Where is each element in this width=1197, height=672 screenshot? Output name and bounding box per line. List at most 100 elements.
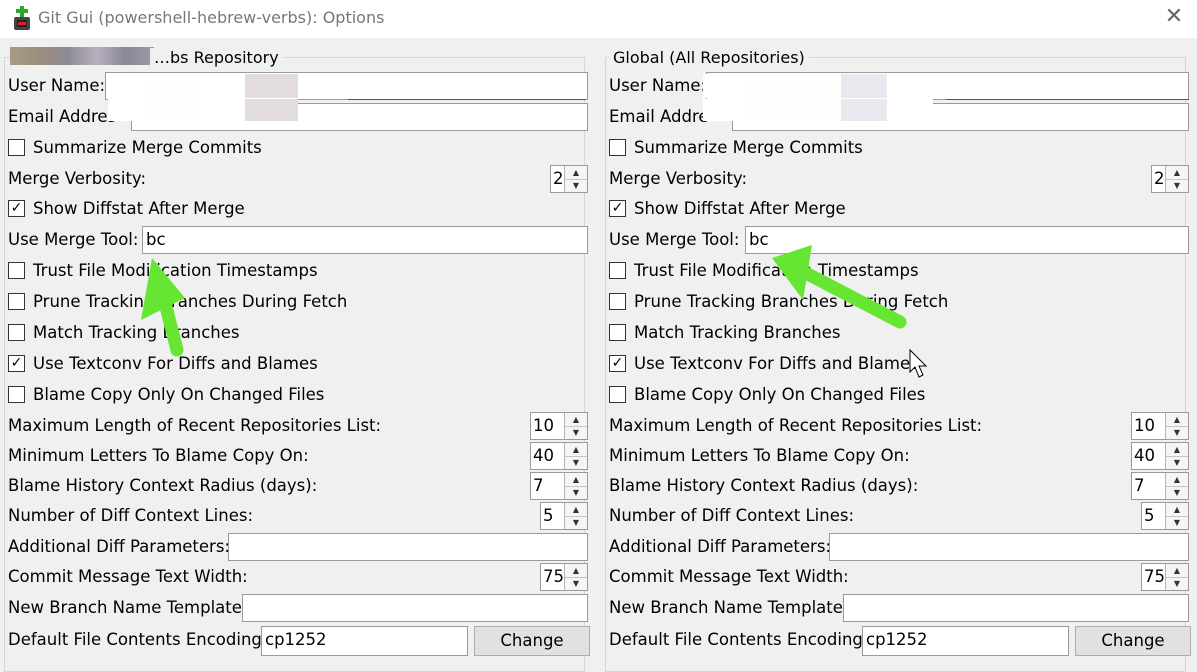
branch-template-field[interactable] — [843, 594, 1189, 622]
diffstat-label: Show Diffstat After Merge — [33, 199, 245, 218]
merge-tool-field[interactable]: bc — [745, 226, 1189, 254]
blame-radius-value: 7 — [1134, 476, 1145, 495]
diffstat-label: Show Diffstat After Merge — [634, 199, 846, 218]
branch-template-field[interactable] — [242, 594, 588, 622]
change-encoding-button[interactable]: Change — [474, 626, 590, 656]
encoding-field[interactable]: cp1252 — [261, 626, 468, 656]
spin-up-icon[interactable]: ▲ — [1166, 166, 1188, 180]
spin-up-icon[interactable]: ▲ — [565, 473, 587, 487]
diffstat-checkbox[interactable]: ✓ — [609, 200, 626, 217]
min-letters-value: 40 — [1134, 446, 1155, 465]
global-group-title: Global (All Repositories) — [609, 48, 809, 67]
spin-down-icon[interactable]: ▼ — [565, 516, 587, 529]
spin-down-icon[interactable]: ▼ — [1166, 426, 1188, 439]
trust-row: Trust File Modification Timestamps — [8, 258, 588, 284]
spin-up-icon[interactable]: ▲ — [1166, 443, 1188, 457]
change-encoding-button[interactable]: Change — [1075, 626, 1191, 656]
commit-width-row: Commit Message Text Width: 75 ▲ ▼ — [8, 563, 588, 591]
spin-up-icon[interactable]: ▲ — [565, 166, 587, 180]
blame-copy-checkbox[interactable] — [609, 386, 626, 403]
blame-copy-checkbox[interactable] — [8, 386, 25, 403]
match-checkbox[interactable] — [8, 324, 25, 341]
max-recent-spinbox[interactable]: 10 ▲ ▼ — [530, 412, 588, 440]
user-name-row: User Name: — [609, 72, 1189, 100]
commit-width-value: 75 — [1144, 567, 1165, 586]
spin-up-icon[interactable]: ▲ — [1166, 564, 1188, 578]
diff-lines-label: Number of Diff Context Lines: — [609, 506, 855, 525]
match-label: Match Tracking Branches — [33, 323, 240, 342]
merge-tool-field[interactable]: bc — [142, 226, 588, 254]
diffstat-checkbox[interactable]: ✓ — [8, 200, 25, 217]
diff-lines-row: Number of Diff Context Lines: 5 ▲ ▼ — [8, 502, 588, 530]
spin-up-icon[interactable]: ▲ — [565, 503, 587, 517]
match-row: Match Tracking Branches — [8, 320, 588, 346]
spin-down-icon[interactable]: ▼ — [565, 426, 587, 439]
trust-checkbox[interactable] — [8, 262, 25, 279]
summarize-label: Summarize Merge Commits — [33, 138, 262, 157]
spin-down-icon[interactable]: ▼ — [1166, 179, 1188, 192]
blame-copy-row: Blame Copy Only On Changed Files — [609, 382, 1189, 408]
summarize-label: Summarize Merge Commits — [634, 138, 863, 157]
global-options-panel: Global (All Repositories) User Name: Ema… — [601, 47, 1191, 672]
encoding-field[interactable]: cp1252 — [862, 626, 1069, 656]
blame-copy-label: Blame Copy Only On Changed Files — [33, 385, 325, 404]
add-diff-field[interactable] — [228, 533, 588, 561]
add-diff-field[interactable] — [829, 533, 1189, 561]
spin-down-icon[interactable]: ▼ — [1166, 577, 1188, 590]
blame-copy-row: Blame Copy Only On Changed Files — [8, 382, 588, 408]
spin-down-icon[interactable]: ▼ — [565, 486, 587, 499]
blame-radius-value: 7 — [533, 476, 544, 495]
max-recent-value: 10 — [533, 416, 554, 435]
min-letters-row: Minimum Letters To Blame Copy On: 40 ▲ ▼ — [609, 442, 1189, 470]
textconv-row: ✓ Use Textconv For Diffs and Blames — [8, 351, 588, 377]
merge-tool-label: Use Merge Tool: — [609, 230, 740, 249]
diff-lines-spinbox[interactable]: 5 ▲ ▼ — [1141, 502, 1189, 530]
blame-radius-row: Blame History Context Radius (days): 7 ▲… — [8, 472, 588, 500]
verbosity-row: Merge Verbosity: 2 ▲ ▼ — [8, 165, 588, 193]
spin-down-icon[interactable]: ▼ — [565, 179, 587, 192]
spin-down-icon[interactable]: ▼ — [1166, 456, 1188, 469]
spin-up-icon[interactable]: ▲ — [1166, 503, 1188, 517]
trust-label: Trust File Modification Timestamps — [33, 261, 318, 280]
redacted-email — [703, 99, 933, 121]
textconv-checkbox[interactable]: ✓ — [609, 355, 626, 372]
diff-lines-spinbox[interactable]: 5 ▲ ▼ — [540, 502, 588, 530]
repository-group-title: …bs Repository — [150, 48, 283, 67]
blame-radius-spinbox[interactable]: 7 ▲ ▼ — [1131, 472, 1189, 500]
trust-row: Trust File Modification Timestamps — [609, 258, 1189, 284]
verbosity-row: Merge Verbosity: 2 ▲ ▼ — [609, 165, 1189, 193]
user-name-label: User Name: — [8, 76, 106, 95]
spin-up-icon[interactable]: ▲ — [565, 413, 587, 427]
spin-up-icon[interactable]: ▲ — [565, 443, 587, 457]
summarize-checkbox[interactable] — [609, 139, 626, 156]
commit-width-spinbox[interactable]: 75 ▲ ▼ — [1141, 563, 1189, 591]
spin-up-icon[interactable]: ▲ — [1166, 413, 1188, 427]
email-label: Email Addres — [8, 107, 117, 126]
spin-down-icon[interactable]: ▼ — [565, 577, 587, 590]
branch-template-row: New Branch Name Template: — [609, 594, 1189, 622]
max-recent-row: Maximum Length of Recent Repositories Li… — [8, 412, 588, 440]
verbosity-spinbox[interactable]: 2 ▲ ▼ — [1151, 165, 1189, 193]
min-letters-spinbox[interactable]: 40 ▲ ▼ — [530, 442, 588, 470]
prune-row: Prune Tracking Branches During Fetch — [8, 289, 588, 315]
spin-up-icon[interactable]: ▲ — [565, 564, 587, 578]
match-checkbox[interactable] — [609, 324, 626, 341]
trust-checkbox[interactable] — [609, 262, 626, 279]
max-recent-spinbox[interactable]: 10 ▲ ▼ — [1131, 412, 1189, 440]
min-letters-spinbox[interactable]: 40 ▲ ▼ — [1131, 442, 1189, 470]
spin-up-icon[interactable]: ▲ — [1166, 473, 1188, 487]
prune-checkbox[interactable] — [8, 293, 25, 310]
blame-radius-spinbox[interactable]: 7 ▲ ▼ — [530, 472, 588, 500]
diff-lines-value: 5 — [543, 506, 554, 525]
spin-down-icon[interactable]: ▼ — [1166, 486, 1188, 499]
commit-width-spinbox[interactable]: 75 ▲ ▼ — [540, 563, 588, 591]
spin-down-icon[interactable]: ▼ — [565, 456, 587, 469]
commit-width-row: Commit Message Text Width: 75 ▲ ▼ — [609, 563, 1189, 591]
textconv-checkbox[interactable]: ✓ — [8, 355, 25, 372]
git-gui-icon — [14, 6, 30, 30]
spin-down-icon[interactable]: ▼ — [1166, 516, 1188, 529]
summarize-checkbox[interactable] — [8, 139, 25, 156]
verbosity-spinbox[interactable]: 2 ▲ ▼ — [550, 165, 588, 193]
close-icon[interactable]: ✕ — [1161, 4, 1187, 30]
prune-checkbox[interactable] — [609, 293, 626, 310]
